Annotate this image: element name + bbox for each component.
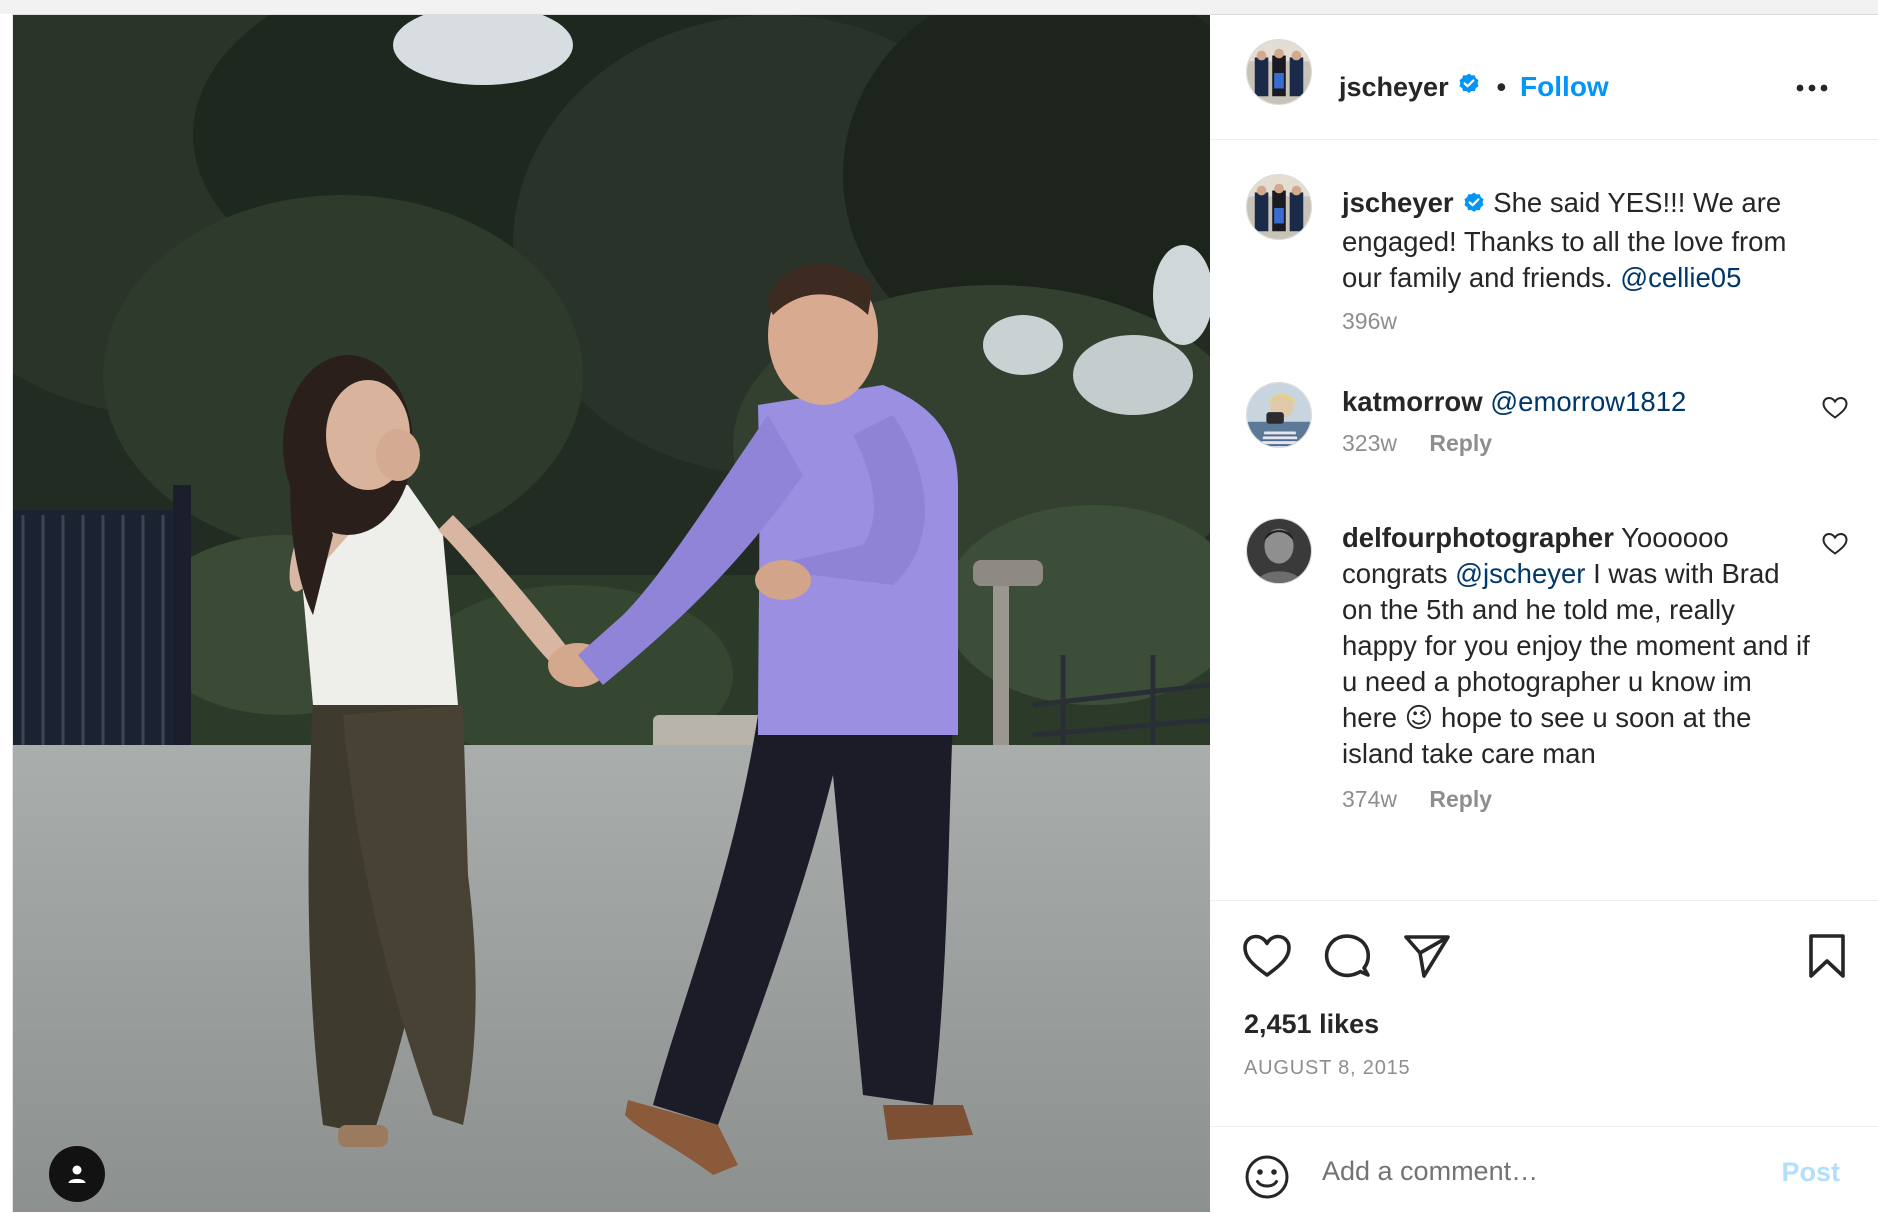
more-options-button[interactable]: [1792, 73, 1832, 103]
comment-composer: Post: [1210, 1126, 1878, 1213]
save-button[interactable]: [1807, 933, 1847, 984]
caption-timestamp[interactable]: 396w: [1342, 308, 1397, 334]
comment-like-button[interactable]: [1822, 396, 1848, 420]
paper-plane-icon: [1404, 935, 1450, 978]
heart-icon: [1822, 396, 1848, 419]
comment-body-end: I was with Brad on the 5th and he told m…: [1342, 558, 1810, 769]
verified-badge-icon: [1457, 72, 1481, 103]
reply-button[interactable]: Reply: [1429, 430, 1492, 456]
comment-author-avatar[interactable]: [1246, 518, 1312, 584]
caption-row: jscheyer She said YES!!! We are engaged!…: [1210, 140, 1878, 334]
comment-meta: 374w Reply: [1342, 786, 1492, 813]
post-actions: 2,451 likes AUGUST 8, 2015: [1210, 900, 1878, 1130]
top-edge: [0, 0, 1878, 15]
heart-icon: [1822, 532, 1848, 555]
add-comment-input[interactable]: [1322, 1149, 1752, 1193]
comment-meta: 323w Reply: [1342, 430, 1492, 457]
post-photo[interactable]: [13, 15, 1210, 1212]
caption-mention-link[interactable]: @cellie05: [1620, 262, 1741, 293]
post-date[interactable]: AUGUST 8, 2015: [1244, 1057, 1410, 1080]
caption-meta: 396w: [1342, 308, 1397, 335]
reply-button[interactable]: Reply: [1429, 786, 1492, 812]
comment-text: delfourphotographer Yoooooo congrats @js…: [1342, 520, 1812, 772]
share-button[interactable]: [1403, 933, 1451, 984]
author-avatar[interactable]: [1246, 39, 1312, 105]
caption-avatar-image: [1247, 175, 1311, 239]
header-dot-separator: •: [1496, 71, 1507, 102]
caption-author-avatar[interactable]: [1246, 174, 1312, 240]
post-side-panel: jscheyer • Follow jscheyer She said YES!…: [1210, 15, 1878, 1212]
heart-icon: [1243, 934, 1291, 977]
comments-list[interactable]: jscheyer She said YES!!! We are engaged!…: [1210, 140, 1878, 900]
caption-username[interactable]: jscheyer: [1342, 187, 1454, 218]
bookmark-icon: [1809, 934, 1845, 978]
comment-button[interactable]: [1322, 932, 1372, 985]
comment-username[interactable]: delfourphotographer: [1342, 522, 1614, 553]
comment-row: katmorrow @emorrow1812 323w Reply: [1210, 376, 1878, 476]
like-button[interactable]: [1242, 933, 1292, 984]
emoji-icon: [1245, 1155, 1289, 1199]
author-avatar-image: [1247, 40, 1311, 104]
likes-count[interactable]: 2,451 likes: [1244, 1009, 1379, 1040]
user-tag-icon: [68, 1165, 86, 1183]
follow-button[interactable]: Follow: [1520, 71, 1609, 103]
comment-username[interactable]: katmorrow: [1342, 386, 1483, 417]
comment-author-avatar[interactable]: [1246, 382, 1312, 448]
user-tag-button[interactable]: [49, 1146, 105, 1202]
instagram-post-window: jscheyer • Follow jscheyer She said YES!…: [0, 0, 1878, 1212]
delfour-avatar-image: [1247, 519, 1311, 583]
comment-like-button[interactable]: [1822, 532, 1848, 556]
comment-bubble-icon: [1324, 934, 1371, 978]
author-username[interactable]: jscheyer: [1339, 72, 1449, 103]
comment-timestamp[interactable]: 323w: [1342, 430, 1397, 456]
comment-text: katmorrow @emorrow1812: [1342, 384, 1812, 420]
more-horizontal-icon: [1796, 84, 1828, 92]
caption-text: jscheyer She said YES!!! We are engaged!…: [1342, 185, 1812, 296]
comment-row: delfourphotographer Yoooooo congrats @js…: [1210, 512, 1878, 812]
katmorrow-avatar-image: [1247, 383, 1311, 447]
comment-mention-link[interactable]: @jscheyer: [1455, 558, 1585, 589]
header-title-row: jscheyer • Follow: [1339, 71, 1609, 103]
comment-mention-link[interactable]: @emorrow1812: [1490, 386, 1686, 417]
emoji-button[interactable]: [1244, 1154, 1290, 1205]
comment-timestamp[interactable]: 374w: [1342, 786, 1397, 812]
caption-verified-badge-icon: [1462, 188, 1486, 224]
post-comment-button[interactable]: Post: [1781, 1157, 1840, 1188]
photo-scene: [13, 15, 1210, 1212]
left-edge: [0, 14, 13, 1212]
post-header: jscheyer • Follow: [1210, 15, 1878, 140]
